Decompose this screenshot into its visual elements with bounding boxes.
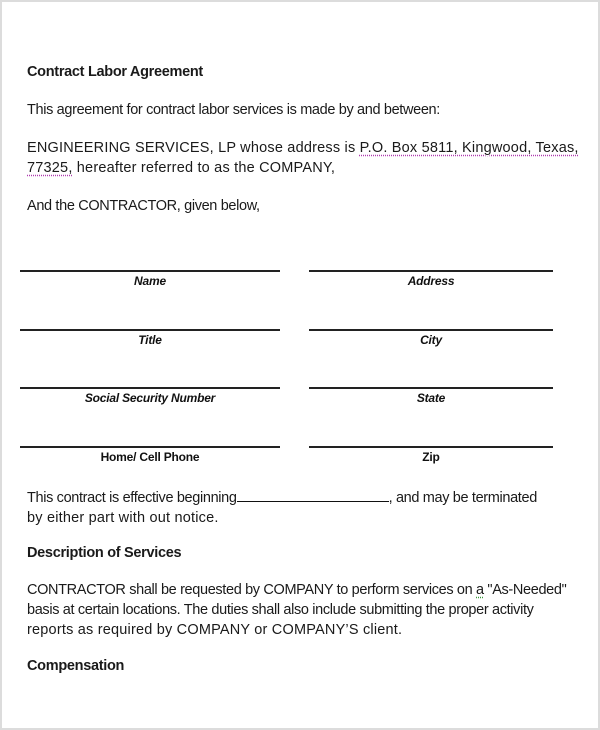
zip-label: Zip [422,450,440,464]
name-label: Name [134,274,166,288]
services-line2: basis at certain locations. The duties s… [27,602,534,618]
phone-line [20,446,280,448]
address-line [309,270,553,272]
zip-line [309,446,553,448]
state-line [309,387,553,389]
city-label: City [420,333,442,347]
services-text-1a: CONTRACTOR shall be requested by COMPANY… [27,582,477,598]
services-text-1b: "As-Needed" [483,582,567,598]
services-line3: reports as required by COMPANY or COMPAN… [27,622,403,638]
company-text-2: hereafter referred to as the COMPANY, [72,160,336,176]
address-field[interactable]: Address [309,270,553,288]
company-text: ENGINEERING SERVICES, LP whose address i… [27,140,360,156]
company-paragraph-line2: 77325, hereafter referred to as the COMP… [27,158,335,179]
ssn-field[interactable]: Social Security Number [20,387,280,405]
ssn-line [20,387,280,389]
effective-line2: by either part with out notice. [27,510,219,526]
name-field[interactable]: Name [20,270,280,288]
company-paragraph-line1: ENGINEERING SERVICES, LP whose address i… [27,138,579,159]
phone-field[interactable]: Home/ Cell Phone [20,446,280,464]
effective-prefix: This contract is effective beginning [27,490,237,506]
effective-suffix: , and may be terminated [388,490,538,506]
address-label: Address [407,274,455,288]
services-heading: Description of Services [27,545,182,561]
contractor-intro: And the CONTRACTOR, given below, [27,198,260,214]
effective-line1: This contract is effective beginning , an… [27,487,537,509]
company-zip: 77325, [27,160,73,176]
city-line [309,329,553,331]
services-flagged-word: a [476,582,484,598]
document-page: Contract Labor Agreement This agreement … [0,0,600,730]
ssn-label: Social Security Number [84,391,216,405]
state-field[interactable]: State [309,387,553,405]
effective-date-blank[interactable] [236,487,389,502]
document-title: Contract Labor Agreement [27,64,203,80]
title-label: Title [138,333,162,347]
intro-text: This agreement for contract labor servic… [27,102,440,118]
city-field[interactable]: City [309,329,553,347]
zip-field[interactable]: Zip [309,446,553,464]
compensation-heading: Compensation [27,658,125,674]
title-line [20,329,280,331]
services-line1: CONTRACTOR shall be requested by COMPANY… [27,580,567,601]
state-label: State [416,391,446,405]
company-address: P.O. Box 5811, Kingwood, Texas, [359,140,579,156]
title-field[interactable]: Title [20,329,280,347]
name-line [20,270,280,272]
phone-label: Home/ Cell Phone [100,450,200,464]
